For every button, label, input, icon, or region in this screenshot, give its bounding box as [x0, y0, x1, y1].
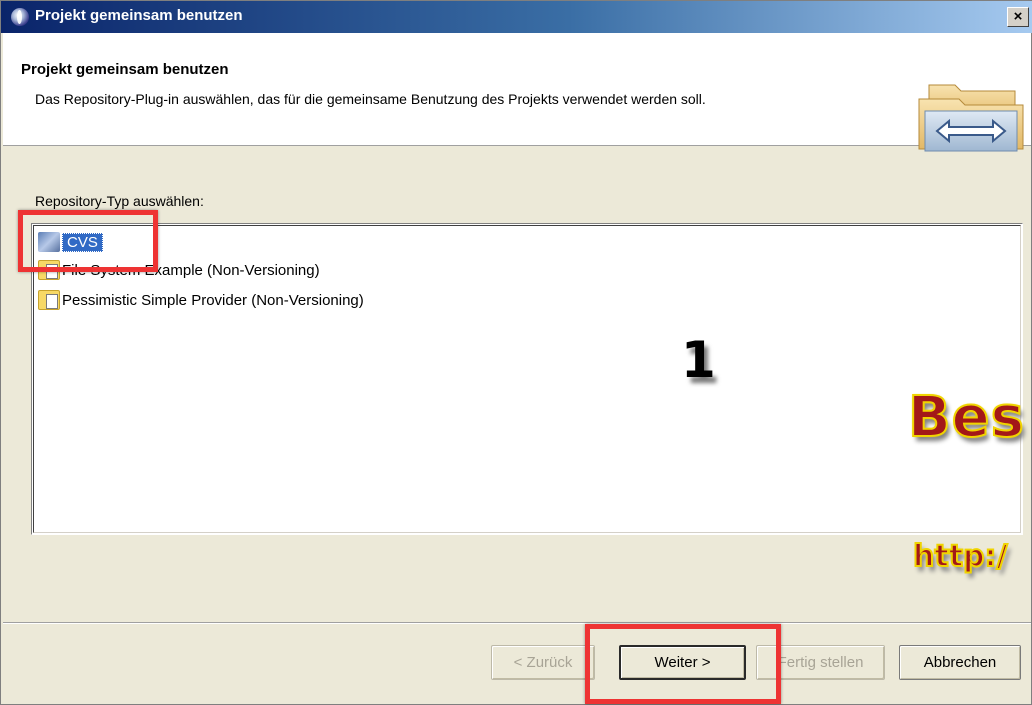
- file-provider-icon: [38, 290, 60, 310]
- share-folders-icon: [918, 84, 1024, 152]
- repository-type-list[interactable]: CVS File System Example (Non-Versioning)…: [31, 223, 1023, 535]
- list-item-pessimistic-provider[interactable]: Pessimistic Simple Provider (Non-Version…: [38, 288, 364, 312]
- share-project-dialog: Projekt gemeinsam benutzen × Projekt gem…: [0, 0, 1032, 705]
- eclipse-icon: [11, 8, 29, 26]
- watermark-url: http:/: [912, 538, 1008, 575]
- page-description: Das Repository-Plug-in auswählen, das fü…: [35, 91, 706, 107]
- step-number-annotation: 1: [681, 331, 716, 389]
- button-bar-separator: [3, 622, 1031, 624]
- cancel-button[interactable]: Abbrechen: [899, 645, 1021, 680]
- window-title: Projekt gemeinsam benutzen: [35, 7, 243, 24]
- watermark-title: Bes: [907, 384, 1025, 451]
- repository-type-label: Repository-Typ auswählen:: [35, 193, 204, 209]
- back-button[interactable]: < Zurück: [491, 645, 595, 680]
- cvs-highlight-box: [18, 210, 158, 272]
- next-highlight-box: [585, 624, 781, 704]
- wizard-header: Projekt gemeinsam benutzen Das Repositor…: [3, 33, 1031, 152]
- title-bar: Projekt gemeinsam benutzen ×: [1, 1, 1032, 33]
- page-title: Projekt gemeinsam benutzen: [21, 61, 229, 78]
- close-button[interactable]: ×: [1007, 7, 1029, 27]
- list-item-label: Pessimistic Simple Provider (Non-Version…: [62, 291, 364, 309]
